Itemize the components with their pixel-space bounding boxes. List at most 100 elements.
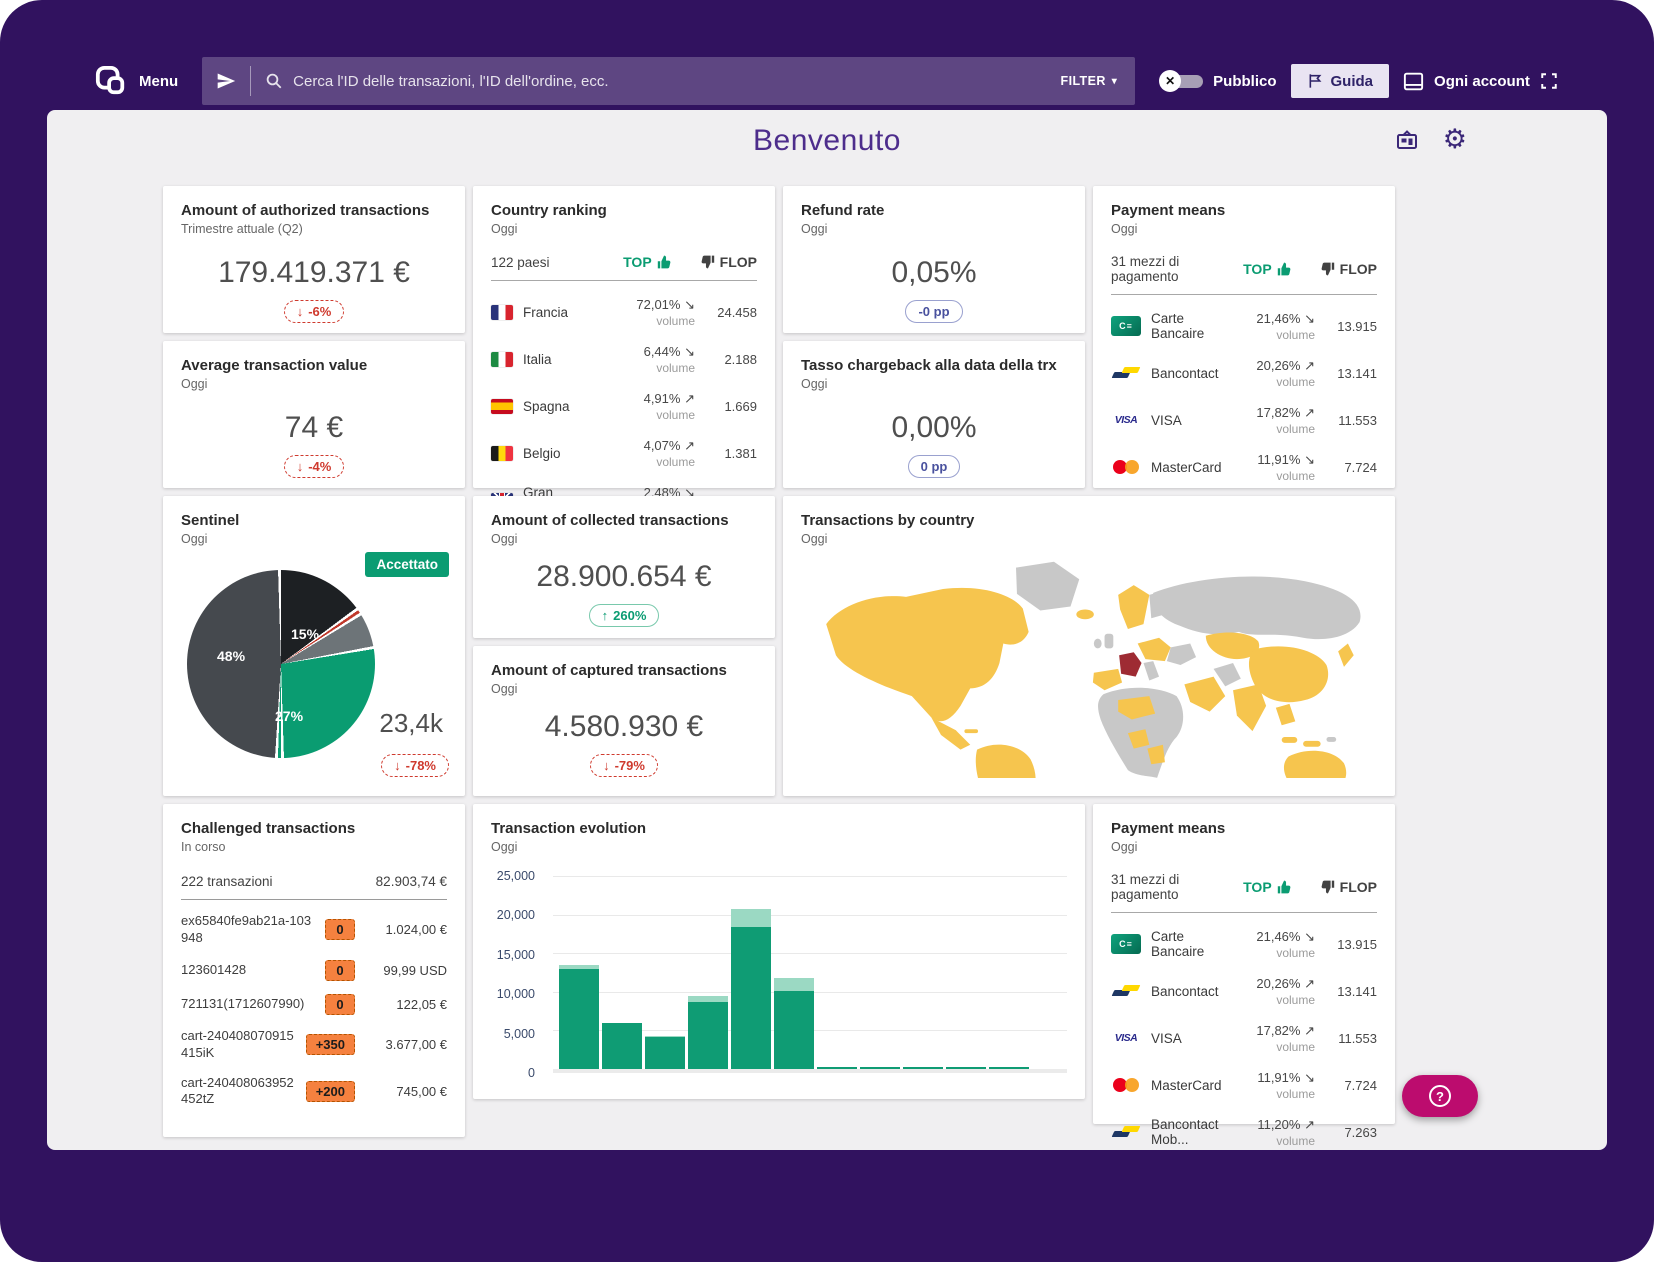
sentinel-total: 23,4k xyxy=(379,708,443,739)
country-percent: 4,91% xyxy=(644,391,681,406)
payment-header: 31 mezzi di pagamento TOP FLOP xyxy=(1111,254,1377,295)
card-chargeback-rate: Tasso chargeback alla data della trx Ogg… xyxy=(783,341,1085,488)
accepted-filter-badge[interactable]: Accettato xyxy=(365,552,449,577)
score-badge: 0 xyxy=(325,919,355,940)
bar xyxy=(989,876,1029,1069)
card-subtitle: Oggi xyxy=(1111,222,1377,236)
header-icons: ⚙ xyxy=(1395,126,1467,153)
guide-button[interactable]: Guida xyxy=(1291,64,1390,98)
transaction-id-link[interactable]: cart-240408063952452tZ xyxy=(181,1075,306,1109)
app-logo-icon xyxy=(95,65,127,97)
top-tab[interactable]: TOP xyxy=(623,254,673,270)
card-subtitle: Oggi xyxy=(491,682,757,696)
account-selector[interactable]: Ogni account xyxy=(1403,72,1558,91)
filter-button[interactable]: FILTER ▾ xyxy=(1061,74,1118,88)
widget-board-icon[interactable] xyxy=(1395,128,1419,152)
payment-method-icon xyxy=(1111,1075,1141,1095)
country-row[interactable]: Italia 6,44% ↘ volume 2.188 xyxy=(491,343,757,375)
transaction-id-link[interactable]: cart-240408070915415iK xyxy=(181,1028,306,1062)
y-tick-label: 25,000 xyxy=(497,869,535,883)
payment-row[interactable]: VISA 17,82% ↗ volume 11.553 xyxy=(1111,404,1377,436)
country-row[interactable]: Francia 72,01% ↘ volume 24.458 xyxy=(491,296,757,328)
bar xyxy=(817,876,857,1069)
country-percent: 6,44% xyxy=(644,344,681,359)
top-tab[interactable]: TOP xyxy=(1243,879,1293,895)
help-button[interactable]: ? xyxy=(1402,1075,1478,1117)
country-trend: 4,07% ↗ volume xyxy=(611,437,695,469)
card-captured-transactions: Amount of captured transactions Oggi 4.5… xyxy=(473,646,775,796)
transaction-id-link[interactable]: ex65840fe9ab21a-103948 xyxy=(181,913,325,947)
sentinel-pie-chart[interactable] xyxy=(187,570,375,758)
payment-row[interactable]: Bancontact Mob... 11,20% ↗ volume 7.263 xyxy=(1111,1116,1377,1148)
card-authorized-transactions: Amount of authorized transactions Trimes… xyxy=(163,186,465,333)
world-map[interactable] xyxy=(797,554,1381,778)
filter-label: FILTER xyxy=(1061,74,1106,88)
volume-label: volume xyxy=(1231,375,1315,389)
payment-percent: 20,26% xyxy=(1256,358,1300,373)
country-row[interactable]: Belgio 4,07% ↗ volume 1.381 xyxy=(491,437,757,469)
search-input[interactable] xyxy=(293,73,1060,90)
page-title: Benvenuto xyxy=(753,124,901,158)
country-percent: 72,01% xyxy=(636,297,680,312)
trend-arrow-icon: ↗ xyxy=(684,438,695,453)
transaction-id-link[interactable]: 123601428 xyxy=(181,962,325,979)
delta-badge: ↓-4% xyxy=(284,455,345,478)
thumb-up-icon xyxy=(1277,879,1293,895)
payment-percent: 11,91% xyxy=(1257,452,1300,467)
country-name: Italia xyxy=(523,352,611,367)
trend-arrow-icon: ↗ xyxy=(1304,976,1315,991)
payment-method-name: Bancontact Mob... xyxy=(1151,1117,1231,1147)
fullscreen-icon[interactable] xyxy=(1540,72,1558,90)
country-list: Francia 72,01% ↘ volume 24.458 Italia xyxy=(491,296,757,516)
ranking-header: 122 paesi TOP FLOP xyxy=(491,254,757,281)
payment-trend: 11,91% ↘ volume xyxy=(1231,451,1315,483)
payment-count-value: 13.141 xyxy=(1315,984,1377,999)
flop-tab[interactable]: FLOP xyxy=(699,254,757,270)
payment-row[interactable]: MasterCard 11,91% ↘ volume 7.724 xyxy=(1111,1069,1377,1101)
card-subtitle: Oggi xyxy=(491,532,757,546)
toggle-switch-icon: ✕ xyxy=(1159,70,1205,92)
payment-percent: 11,91% xyxy=(1257,1070,1300,1085)
payment-row[interactable]: Carte Bancaire 21,46% ↘ volume 13.915 xyxy=(1111,310,1377,342)
countries-count: 122 paesi xyxy=(491,255,623,270)
payment-method-name: MasterCard xyxy=(1151,460,1231,475)
payment-row[interactable]: Carte Bancaire 21,46% ↘ volume 13.915 xyxy=(1111,928,1377,960)
volume-label: volume xyxy=(1231,1134,1315,1148)
flop-tab[interactable]: FLOP xyxy=(1319,879,1377,895)
card-subtitle: Oggi xyxy=(491,840,1067,854)
search-icon xyxy=(265,72,283,90)
app-frame: Menu FILTER ▾ ✕ Pubblico xyxy=(0,0,1654,1262)
delta-value: -79% xyxy=(615,758,645,773)
column-rates: Refund rate Oggi 0,05% -0 pp Tasso charg… xyxy=(783,186,1085,488)
country-count: 1.381 xyxy=(695,446,757,461)
payment-row[interactable]: VISA 17,82% ↗ volume 11.553 xyxy=(1111,1022,1377,1054)
search-bar: FILTER ▾ xyxy=(202,57,1135,105)
public-toggle[interactable]: ✕ Pubblico xyxy=(1159,70,1276,92)
country-flag-icon xyxy=(491,446,513,461)
delta-badge: 0 pp xyxy=(908,455,961,478)
column-amounts: Amount of collected transactions Oggi 28… xyxy=(473,496,775,796)
flop-tab[interactable]: FLOP xyxy=(1319,261,1377,277)
transaction-amount: 3.677,00 € xyxy=(355,1037,447,1052)
y-tick-label: 10,000 xyxy=(497,987,535,1001)
payment-row[interactable]: Bancontact 20,26% ↗ volume 13.141 xyxy=(1111,357,1377,389)
payment-row[interactable]: Bancontact 20,26% ↗ volume 13.141 xyxy=(1111,975,1377,1007)
transaction-id-link[interactable]: 721131(1712607990) xyxy=(181,996,325,1013)
menu-button[interactable]: Menu xyxy=(95,65,178,97)
volume-label: volume xyxy=(611,361,695,375)
top-tab[interactable]: TOP xyxy=(1243,261,1293,277)
payment-method-icon xyxy=(1111,934,1141,954)
payment-trend: 17,82% ↗ volume xyxy=(1231,404,1315,436)
top-label: TOP xyxy=(1243,261,1272,277)
card-payment-means-bottom: Payment means Oggi 31 mezzi di pagamento… xyxy=(1093,804,1395,1124)
payment-method-icon xyxy=(1111,410,1141,430)
country-row[interactable]: Spagna 4,91% ↗ volume 1.669 xyxy=(491,390,757,422)
gear-icon[interactable]: ⚙ xyxy=(1443,126,1467,153)
transaction-amount: 1.024,00 € xyxy=(355,922,447,937)
card-title: Amount of collected transactions xyxy=(491,512,757,529)
country-trend: 72,01% ↘ volume xyxy=(611,296,695,328)
send-icon[interactable] xyxy=(202,71,250,91)
arrow-down-icon: ↓ xyxy=(297,304,304,319)
payment-row[interactable]: MasterCard 11,91% ↘ volume 7.724 xyxy=(1111,451,1377,483)
flop-label: FLOP xyxy=(720,254,757,270)
